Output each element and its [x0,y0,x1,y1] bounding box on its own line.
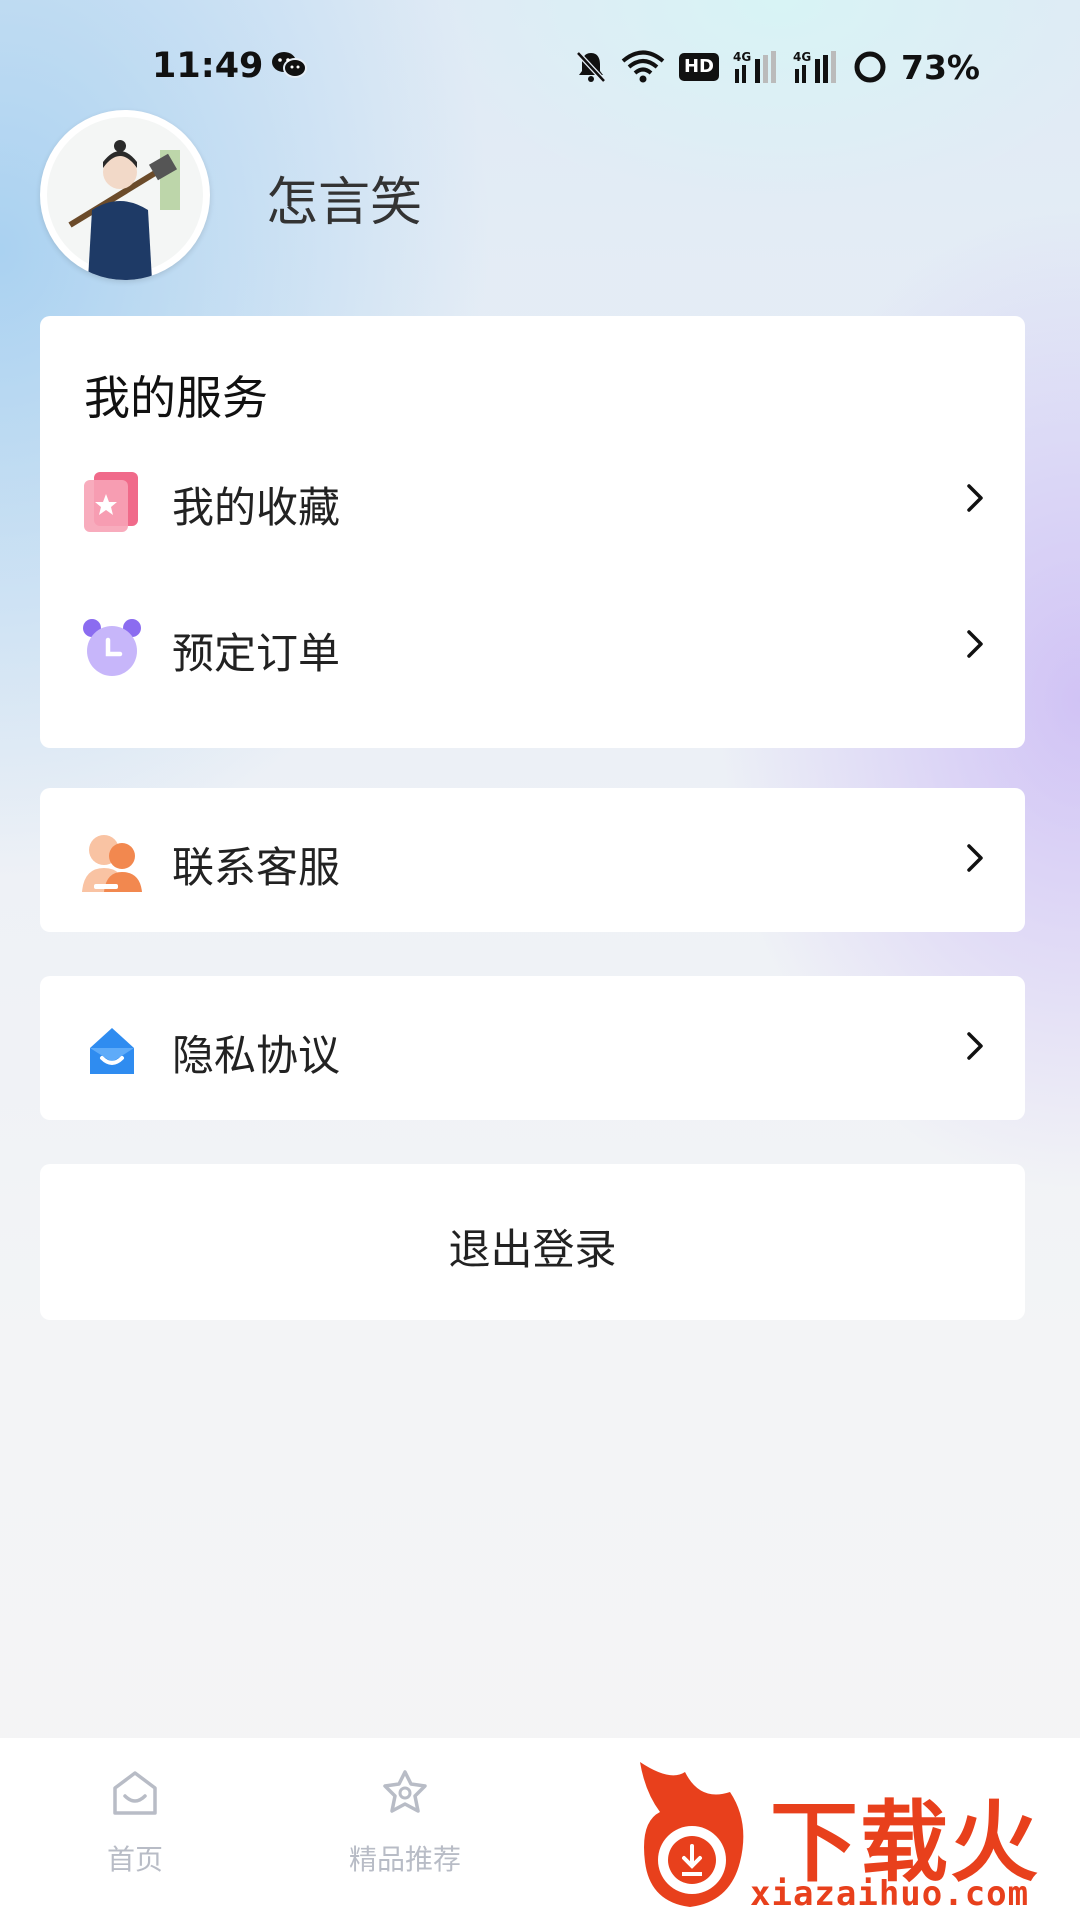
services-title: 我的服务 [84,371,268,425]
alarm-clock-icon [83,619,141,676]
chevron-right-icon [967,844,983,872]
mute-bell-icon [576,51,606,83]
username: 怎言笑 [266,173,423,233]
logout-button[interactable]: 退出登录 [40,1164,1025,1320]
hd-voice-icon: HD [678,53,719,81]
status-icons: HD 4G 4G 73% [575,46,980,88]
svg-text:4G: 4G [793,50,811,64]
signal-4g-icon-2: 4G [793,50,836,83]
watermark-url: xiazaihuo.com [750,1874,1030,1914]
privacy-icon [90,1028,134,1074]
orders-label: 预定订单 [172,629,341,678]
tab-recommended[interactable]: 精品推荐 [270,1738,540,1920]
logout-label: 退出登录 [448,1225,617,1274]
signal-4g-icon: 4G [733,50,776,83]
chevron-right-icon [967,484,983,512]
contact-card[interactable]: 联系客服 [40,788,1025,932]
favorites-row[interactable]: 我的收藏 [40,440,1025,560]
favorites-label: 我的收藏 [172,483,341,532]
svg-text:4G: 4G [733,50,751,64]
flower-star-icon [383,1770,427,1813]
customer-service-icon [82,835,142,892]
contact-row[interactable]: 联系客服 [40,800,1025,920]
chevron-right-icon [967,630,983,658]
wifi-icon [621,50,665,83]
tab-home[interactable]: 首页 [0,1738,270,1920]
contact-label: 联系客服 [172,843,341,892]
watermark-logo: 下载火 xiazaihuo.com [630,1752,1060,1920]
tab-recommended-label: 精品推荐 [348,1843,461,1876]
wechat-icon [272,52,307,78]
privacy-label: 隐私协议 [172,1031,341,1080]
services-card: 我的服务 我的收藏 预定订单 [40,316,1025,748]
flame-logo-icon [640,1762,744,1907]
battery-ring-icon [854,51,886,83]
favorites-icon [84,472,138,532]
orders-row[interactable]: 预定订单 [40,586,1025,706]
chevron-right-icon [967,1032,983,1060]
privacy-row[interactable]: 隐私协议 [40,988,1025,1108]
home-icon [113,1771,157,1815]
battery-percent: 73% [901,47,980,87]
status-time: 11:49 [152,46,264,86]
avatar-illustration [47,117,203,280]
tab-home-label: 首页 [106,1843,163,1876]
privacy-card[interactable]: 隐私协议 [40,976,1025,1120]
avatar[interactable] [40,110,210,280]
